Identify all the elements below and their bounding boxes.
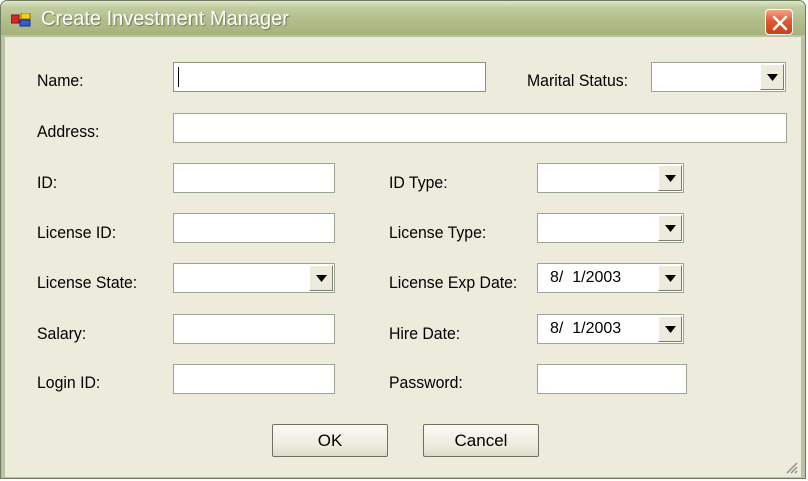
chevron-down-icon [665, 326, 676, 333]
license-type-select[interactable] [537, 213, 684, 243]
hire-date-label: Hire Date: [389, 324, 461, 343]
dropdown-button[interactable] [658, 265, 682, 291]
chevron-down-icon [665, 175, 676, 182]
dialog-client-area: Name: Marital Status: Address: ID: ID Ty… [5, 37, 801, 477]
title-bar[interactable]: Create Investment Manager [1, 1, 805, 35]
resize-grip-icon[interactable] [784, 460, 798, 474]
id-input[interactable] [173, 163, 335, 193]
dropdown-button[interactable] [760, 64, 784, 90]
dropdown-button[interactable] [309, 265, 333, 291]
cancel-button[interactable]: Cancel [423, 424, 539, 457]
license-id-label: License ID: [37, 223, 117, 242]
salary-input[interactable] [173, 314, 335, 344]
hire-date-picker[interactable]: 8/ 1/2003 [537, 314, 684, 344]
ok-button[interactable]: OK [272, 424, 388, 457]
salary-label: Salary: [37, 324, 87, 343]
name-input[interactable] [173, 62, 486, 92]
dropdown-button[interactable] [658, 165, 682, 191]
text-caret [178, 67, 179, 87]
license-exp-date-picker[interactable]: 8/ 1/2003 [537, 263, 684, 293]
chevron-down-icon [665, 225, 676, 232]
chevron-down-icon [665, 275, 676, 282]
marital-status-select[interactable] [651, 62, 786, 92]
password-label: Password: [389, 373, 463, 392]
license-state-label: License State: [37, 273, 138, 292]
login-id-label: Login ID: [37, 373, 101, 392]
license-type-label: License Type: [389, 223, 487, 242]
id-type-label: ID Type: [389, 173, 448, 192]
chevron-down-icon [316, 275, 327, 282]
license-exp-date-label: License Exp Date: [389, 273, 518, 292]
dialog-window: Create Investment Manager Name: Marital … [0, 0, 806, 479]
close-icon [772, 15, 788, 31]
id-type-select[interactable] [537, 163, 684, 193]
hire-date-value: 8/ 1/2003 [550, 320, 622, 337]
chevron-down-icon [767, 74, 778, 81]
address-input[interactable] [173, 113, 787, 143]
id-label: ID: [37, 173, 58, 192]
window-title: Create Investment Manager [41, 8, 289, 30]
license-exp-date-value: 8/ 1/2003 [550, 269, 622, 286]
password-input[interactable] [537, 364, 687, 394]
license-state-select[interactable] [173, 263, 335, 293]
dropdown-button[interactable] [658, 316, 682, 342]
dropdown-button[interactable] [658, 215, 682, 241]
close-button[interactable] [765, 9, 793, 35]
marital-status-label: Marital Status: [527, 71, 629, 90]
name-label: Name: [37, 71, 84, 90]
license-id-input[interactable] [173, 213, 335, 243]
address-label: Address: [37, 122, 100, 141]
login-id-input[interactable] [173, 364, 335, 394]
app-window-icon [10, 12, 33, 27]
